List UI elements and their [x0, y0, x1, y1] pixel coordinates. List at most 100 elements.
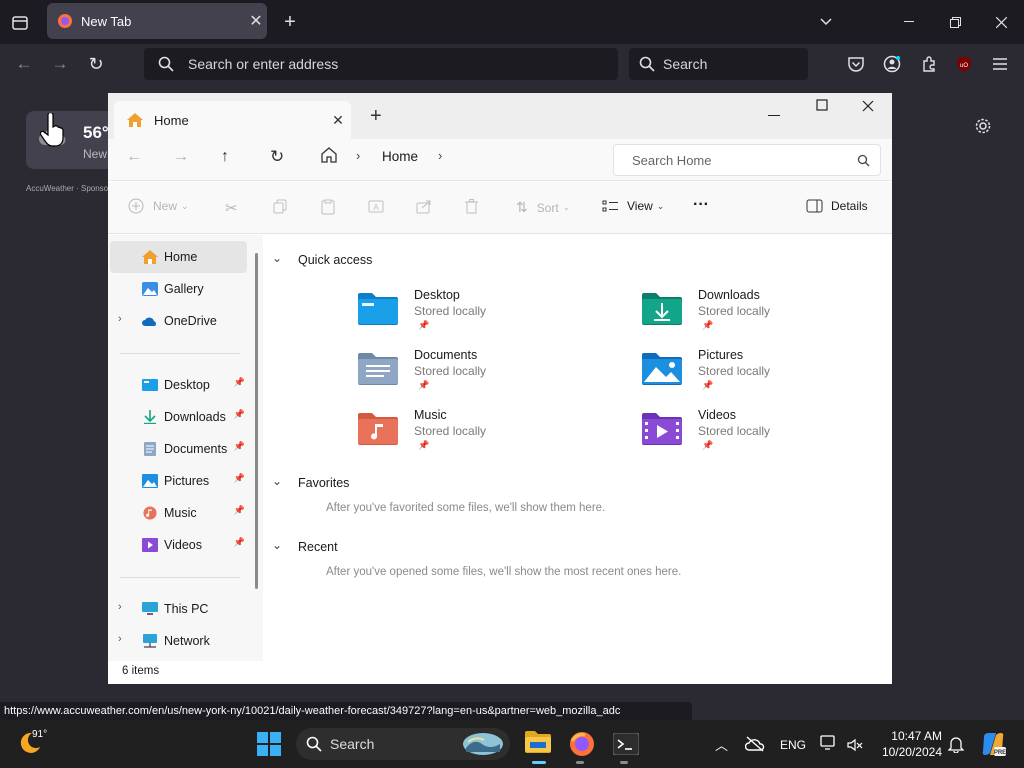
explorer-maximize-button[interactable]	[816, 99, 830, 113]
quick-access-item-music[interactable]: Music Stored locally 📌	[357, 408, 557, 462]
volume-muted-icon[interactable]	[847, 737, 863, 753]
nav-item-downloads[interactable]: Downloads 📌	[110, 401, 247, 433]
browser-tab[interactable]: New Tab ✕	[47, 3, 267, 39]
nav-item-this-pc[interactable]: › This PC	[110, 593, 247, 625]
new-button[interactable]: New ⌄	[128, 198, 189, 214]
view-list-icon	[602, 200, 618, 211]
list-all-tabs-icon[interactable]	[815, 11, 837, 33]
notification-bell-icon[interactable]	[947, 735, 966, 754]
tab-close-icon[interactable]: ✕	[245, 11, 267, 31]
nav-item-documents[interactable]: Documents 📌	[110, 433, 247, 465]
settings-gear-icon[interactable]	[972, 115, 994, 137]
nav-item-network[interactable]: › Network	[110, 625, 247, 657]
collapse-chevron-icon[interactable]: ⌄	[272, 251, 282, 265]
onedrive-offline-icon[interactable]	[744, 736, 765, 752]
explorer-forward-icon[interactable]: →	[173, 148, 191, 166]
pocket-icon[interactable]	[845, 53, 867, 75]
share-icon[interactable]	[416, 199, 432, 214]
sidebar-divider	[120, 577, 240, 578]
quick-access-item-downloads[interactable]: Downloads Stored locally 📌	[641, 288, 841, 342]
nav-item-home[interactable]: Home	[110, 241, 247, 273]
recent-header[interactable]: ⌄ Recent	[272, 538, 338, 554]
clock-date[interactable]: 10/20/2024	[870, 745, 942, 759]
view-button[interactable]: View ⌄	[602, 199, 664, 213]
quick-access-item-pictures[interactable]: Pictures Stored locally 📌	[641, 348, 841, 402]
reload-icon[interactable]: ↻	[84, 53, 108, 75]
item-status: Stored locally	[414, 304, 487, 318]
pictures-folder-icon	[642, 353, 682, 385]
forward-arrow-icon[interactable]: →	[48, 53, 72, 75]
quick-access-item-videos[interactable]: Videos Stored locally 📌	[641, 408, 841, 462]
extensions-icon[interactable]	[918, 53, 940, 75]
home-outline-icon[interactable]	[320, 146, 340, 166]
explorer-minimize-button[interactable]	[768, 105, 788, 125]
expand-chevron-icon[interactable]: ›	[118, 313, 122, 325]
explorer-tab[interactable]: Home ✕	[114, 101, 351, 139]
details-button[interactable]: Details	[806, 199, 868, 213]
explorer-back-icon[interactable]: ←	[126, 148, 144, 166]
restore-button[interactable]	[943, 11, 967, 33]
file-explorer-taskbar-icon[interactable]	[524, 730, 552, 758]
clock-time[interactable]: 10:47 AM	[880, 729, 942, 743]
back-arrow-icon[interactable]: ←	[12, 53, 36, 75]
nav-item-gallery[interactable]: Gallery	[110, 273, 247, 305]
show-hidden-icons-chevron-icon[interactable]: ︿	[715, 735, 728, 754]
active-app-indicator	[532, 761, 546, 764]
item-name: Documents	[414, 348, 478, 362]
more-options-icon[interactable]: ···	[693, 196, 709, 214]
account-icon[interactable]	[881, 53, 903, 75]
close-browser-button[interactable]	[989, 11, 1013, 33]
close-tab-icon[interactable]: ✕	[325, 112, 351, 129]
new-explorer-tab-button[interactable]: +	[370, 105, 386, 127]
start-button[interactable]	[257, 732, 281, 756]
breadcrumb[interactable]: Home	[382, 149, 418, 164]
address-placeholder: Search or enter address	[188, 56, 339, 72]
collapse-chevron-icon[interactable]: ⌄	[272, 474, 282, 488]
plus-circle-icon	[128, 198, 144, 214]
ublock-icon[interactable]: uO	[953, 53, 975, 75]
cut-icon[interactable]: ✂	[225, 199, 238, 217]
quick-access-item-desktop[interactable]: Desktop Stored locally 📌	[357, 288, 557, 342]
firefox-taskbar-icon[interactable]	[569, 731, 595, 757]
tab-list-icon[interactable]	[8, 12, 32, 34]
favorites-header[interactable]: ⌄ Favorites	[272, 474, 349, 490]
copilot-icon[interactable]: PRE	[980, 731, 1006, 757]
copy-icon[interactable]	[273, 199, 287, 214]
onedrive-cloud-icon	[142, 317, 156, 326]
language-indicator[interactable]: ENG	[780, 738, 806, 752]
menu-icon[interactable]	[989, 53, 1011, 75]
sort-button[interactable]: ⇅ Sort ⌄	[516, 199, 570, 216]
address-bar[interactable]: Search or enter address	[144, 48, 618, 80]
nav-item-desktop[interactable]: Desktop 📌	[110, 369, 247, 401]
delete-icon[interactable]	[465, 199, 478, 214]
nav-item-pictures[interactable]: Pictures 📌	[110, 465, 247, 497]
taskbar-search[interactable]: Search	[296, 728, 510, 760]
minimize-button[interactable]	[897, 11, 921, 33]
paste-icon[interactable]	[321, 199, 335, 215]
explorer-close-button[interactable]	[862, 100, 876, 114]
nav-item-label: This PC	[164, 602, 209, 616]
nav-item-music[interactable]: Music 📌	[110, 497, 247, 529]
quick-access-item-documents[interactable]: Documents Stored locally 📌	[357, 348, 557, 402]
up-arrow-icon[interactable]: ↑	[221, 148, 239, 166]
expand-chevron-icon[interactable]: ›	[118, 633, 122, 645]
browser-search-bar[interactable]: Search	[629, 48, 808, 80]
desktop-folder-icon	[358, 293, 398, 325]
nav-item-label: Videos	[164, 538, 202, 552]
refresh-icon[interactable]: ↻	[270, 147, 288, 166]
network-status-icon[interactable]	[820, 735, 838, 753]
breadcrumb-chevron-icon[interactable]: ›	[438, 148, 442, 163]
nav-item-onedrive[interactable]: › OneDrive	[110, 305, 247, 337]
terminal-taskbar-icon[interactable]	[612, 732, 640, 756]
sidebar-scrollbar[interactable]	[255, 253, 258, 589]
new-tab-button[interactable]: +	[278, 11, 302, 33]
nav-item-videos[interactable]: Videos 📌	[110, 529, 247, 561]
rename-icon[interactable]: A	[368, 199, 384, 214]
file-explorer-window: Home ✕ + ← → ↑ ↻ › Home › Search Home Ne…	[108, 93, 892, 684]
item-status: Stored locally	[698, 364, 771, 378]
explorer-search-input[interactable]: Search Home	[613, 144, 881, 176]
quick-access-header[interactable]: ⌄ Quick access	[272, 251, 372, 267]
expand-chevron-icon[interactable]: ›	[118, 601, 122, 613]
collapse-chevron-icon[interactable]: ⌄	[272, 538, 282, 552]
pin-icon: 📌	[233, 473, 245, 483]
